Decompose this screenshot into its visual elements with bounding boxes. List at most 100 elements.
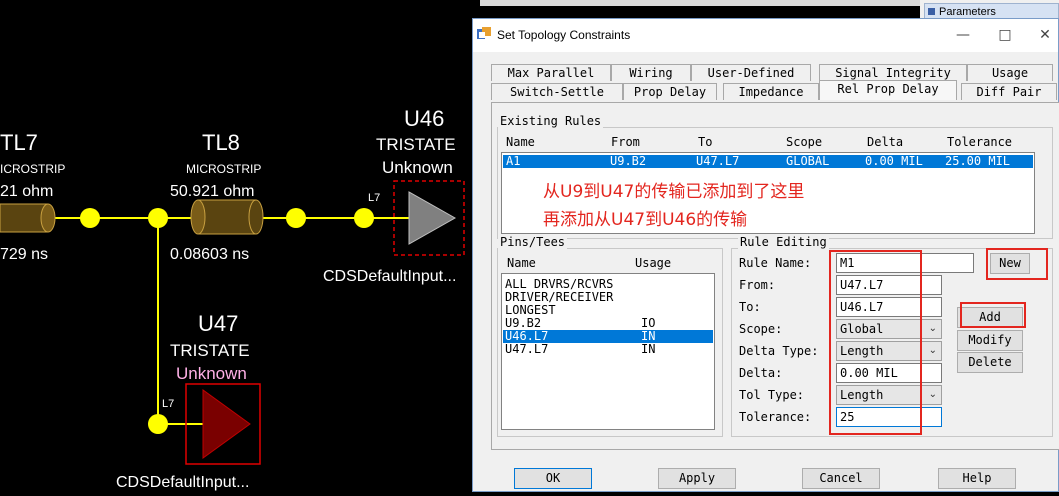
rule-from-cell: U9.B2 [610,154,647,168]
ok-button[interactable]: OK [514,468,592,489]
tab-max-parallel[interactable]: Max Parallel [491,64,611,81]
u47-model: TRISTATE [170,341,250,360]
chevron-down-icon: ⌄ [928,345,937,356]
u47-pin-label: L7 [162,398,174,410]
scope-value: Global [840,322,884,336]
col-from[interactable]: From [611,135,640,149]
tab-impedance[interactable]: Impedance [723,83,819,100]
tl8-type: MICROSTRIP [186,162,261,176]
rule-editing-label: Rule Editing [738,235,829,249]
col-to[interactable]: To [698,135,712,149]
pins-tees-list[interactable]: ALL DRVRS/RCVRS DRIVER/RECEIVER LONGEST … [501,273,715,430]
tol-type-select[interactable]: Length ⌄ [836,385,942,405]
dialog-titlebar[interactable]: Set Topology Constraints — □ ✕ [473,19,1058,52]
minimize-icon[interactable]: — [953,25,973,45]
tab-usage[interactable]: Usage [967,64,1053,81]
pin-name: U47.L7 [505,342,549,356]
tl8-delay: 0.08603 ns [170,246,249,263]
table-row[interactable]: A1 U9.B2 U47.L7 GLOBAL 0.00 MIL 25.00 MI… [503,155,1033,168]
parameters-title: Parameters [939,6,996,18]
schematic-canvas[interactable]: TL7 ICROSTRIP 21 ohm 729 ns TL8 MICROSTR… [0,0,480,492]
tol-type-value: Length [840,388,884,402]
u47-ref: U47 [198,311,238,336]
from-label: From: [739,278,776,292]
col-scope[interactable]: Scope [786,135,822,149]
topology-app-icon [477,27,491,39]
u46-pin-label: L7 [368,192,380,204]
tab-signal-integrity[interactable]: Signal Integrity [819,64,967,81]
cancel-button[interactable]: Cancel [802,468,880,489]
new-button[interactable]: New [990,253,1030,274]
tab-switch-settle[interactable]: Switch-Settle [491,83,623,100]
rule-name-label: Rule Name: [739,256,812,270]
col-tolerance[interactable]: Tolerance [947,135,1012,149]
tab-prop-delay[interactable]: Prop Delay [623,83,717,100]
schematic-drawing[interactable]: TL7 ICROSTRIP 21 ohm 729 ns TL8 MICROSTR… [0,0,480,492]
u47-pin-dot[interactable] [148,414,168,434]
delta-input[interactable]: 0.00 MIL [836,363,942,383]
node-dot[interactable] [148,208,168,228]
scope-select[interactable]: Global ⌄ [836,319,942,339]
pins-tees-label: Pins/Tees [498,235,568,249]
tl7-type: ICROSTRIP [0,162,65,176]
tolerance-input[interactable]: 25 [836,407,942,427]
u47-value: Unknown [176,364,247,383]
delta-type-select[interactable]: Length ⌄ [836,341,942,361]
rule-tolerance-cell: 25.00 MIL [945,154,1011,168]
to-label: To: [739,300,761,314]
list-item[interactable]: U47.L7 IN [503,343,713,356]
panel-icon [928,8,935,15]
add-button[interactable]: Add [957,307,1023,328]
chevron-down-icon: ⌄ [928,389,937,400]
tl7-name: TL7 [0,130,38,155]
maximize-icon[interactable]: □ [995,25,1015,45]
modify-button[interactable]: Modify [957,330,1023,351]
pins-col-name[interactable]: Name [507,256,536,270]
u47-part: CDSDefaultInput... [116,474,249,491]
u46-part: CDSDefaultInput... [323,268,456,285]
rule-name-cell: A1 [506,154,521,168]
rule-delta-cell: 0.00 MIL [865,154,923,168]
dialog-title: Set Topology Constraints [497,28,631,42]
pins-col-usage[interactable]: Usage [635,256,671,270]
rule-to-cell: U47.L7 [696,154,740,168]
chevron-down-icon: ⌄ [928,323,937,334]
tl7-impedance: 21 ohm [0,183,53,200]
annotation-line2: 再添加从U47到U46的传输 [543,210,748,230]
window-top-strip [480,0,920,6]
close-icon[interactable]: ✕ [1035,25,1055,45]
tl7-delay: 729 ns [0,246,48,263]
col-name[interactable]: Name [506,135,535,149]
u46-pin-dot[interactable] [354,208,374,228]
tab-rel-prop-delay[interactable]: Rel Prop Delay [819,80,957,100]
u46-ref: U46 [404,106,444,131]
rule-scope-cell: GLOBAL [786,154,830,168]
scope-label: Scope: [739,322,783,336]
apply-button[interactable]: Apply [658,468,736,489]
set-topology-constraints-dialog[interactable]: Set Topology Constraints — □ ✕ Max Paral… [472,18,1059,492]
rule-name-input[interactable]: M1 [836,253,974,273]
col-delta[interactable]: Delta [867,135,903,149]
node-dot[interactable] [80,208,100,228]
pin-usage: IN [641,342,656,356]
tab-user-defined[interactable]: User-Defined [691,64,811,81]
tl8-name: TL8 [202,130,240,155]
delta-label: Delta: [739,366,783,380]
annotation-line1: 从U9到U47的传输已添加到了这里 [543,182,805,202]
tol-type-label: Tol Type: [739,388,805,402]
help-button[interactable]: Help [938,468,1016,489]
u46-model: TRISTATE [376,135,456,154]
delta-type-value: Length [840,344,884,358]
existing-rules-label: Existing Rules [498,114,604,128]
tl8-transmission-line[interactable] [190,199,264,235]
from-input[interactable]: U47.L7 [836,275,942,295]
delete-button[interactable]: Delete [957,352,1023,373]
tl8-impedance: 50.921 ohm [170,183,255,200]
to-input[interactable]: U46.L7 [836,297,942,317]
tolerance-label: Tolerance: [739,410,812,424]
tab-wiring[interactable]: Wiring [611,64,691,81]
delta-type-label: Delta Type: [739,344,819,358]
node-dot[interactable] [286,208,306,228]
tl7-transmission-line[interactable] [0,203,56,233]
tab-diff-pair[interactable]: Diff Pair [961,83,1057,100]
